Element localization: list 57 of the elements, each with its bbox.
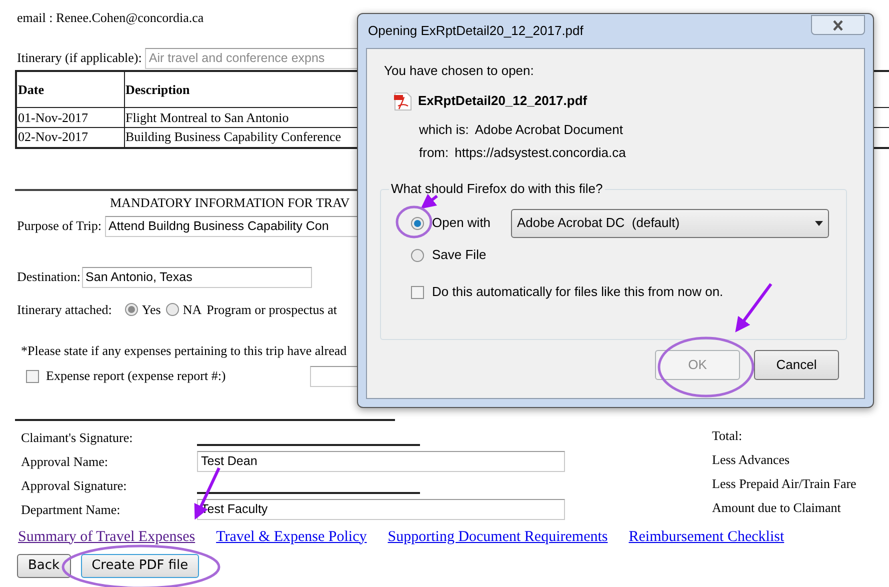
detail-value: Adobe Acrobat Document bbox=[474, 122, 624, 138]
caret-icon bbox=[815, 220, 823, 226]
close-button[interactable] bbox=[811, 15, 865, 35]
signature-label: Department Name: bbox=[21, 501, 122, 519]
checkbox[interactable] bbox=[411, 286, 424, 298]
expenses-note: *Please state if any expenses pertaining to this trip have alread bbox=[21, 343, 347, 358]
link[interactable]: Reimbursement Checklist bbox=[628, 526, 784, 548]
column-header: Date bbox=[18, 82, 44, 96]
prospectus-label: Program or prospectus at bbox=[206, 300, 337, 319]
table-cell: 02-Nov-2017 bbox=[18, 129, 88, 144]
form-button[interactable]: Create PDF file bbox=[80, 554, 200, 578]
link[interactable]: Supporting Document Requirements bbox=[388, 526, 608, 548]
table-cell: Flight Montreal to San Antonio bbox=[126, 110, 289, 124]
radio-button[interactable] bbox=[124, 302, 138, 316]
radio-button[interactable] bbox=[411, 248, 424, 262]
signature-label: Approval Name: bbox=[21, 453, 110, 471]
signature-label: Approval Signature: bbox=[21, 477, 128, 495]
itinerary-label: Itinerary (if applicable): bbox=[17, 49, 142, 68]
application-dropdown[interactable]: Adobe Acrobat DC (default) bbox=[511, 208, 829, 238]
detail-label: from: bbox=[419, 145, 449, 161]
section-heading: MANDATORY INFORMATION FOR TRAV bbox=[110, 194, 350, 210]
radio-label: NA bbox=[182, 300, 202, 318]
radio-label: Yes bbox=[142, 300, 161, 318]
remember-label: Do this automatically for files like this from now on. bbox=[432, 284, 724, 300]
pdf-file-icon bbox=[394, 92, 412, 110]
text-field[interactable]: San Antonio, Texas bbox=[82, 266, 312, 288]
totals-label: Total: bbox=[712, 426, 744, 444]
annotation-circle bbox=[396, 206, 432, 238]
dialog-title: Opening ExRptDetail20_12_2017.pdf bbox=[368, 23, 584, 39]
checkbox[interactable] bbox=[26, 370, 39, 382]
link[interactable]: Summary of Travel Expenses bbox=[18, 526, 196, 548]
expense-report-label: Expense report (expense report #:) bbox=[46, 367, 227, 386]
option-label: Save File bbox=[432, 247, 488, 263]
link[interactable]: Travel & Expense Policy bbox=[216, 526, 367, 548]
detail-label: which is: bbox=[419, 122, 469, 138]
option-label: Open with bbox=[432, 215, 492, 231]
file-name: ExRptDetail20_12_2017.pdf bbox=[418, 93, 588, 109]
itinerary-attached-label: Itinerary attached: bbox=[17, 300, 112, 319]
destination-label: Destination: bbox=[17, 268, 81, 286]
annotation-arrow bbox=[420, 194, 438, 209]
text-field[interactable]: Test Dean bbox=[197, 450, 565, 472]
table-cell: 01-Nov-2017 bbox=[18, 110, 88, 124]
email-text: email : Renee.Cohen@concordia.ca bbox=[17, 9, 204, 27]
close-icon bbox=[832, 20, 844, 30]
totals-label: Less Prepaid Air/Train Fare bbox=[712, 474, 856, 493]
signature-label: Claimant's Signature: bbox=[21, 429, 134, 447]
dialog-button[interactable]: Cancel bbox=[754, 350, 839, 380]
purpose-label: Purpose of Trip: bbox=[17, 217, 102, 236]
column-header: Description bbox=[126, 82, 190, 96]
totals-label: Amount due to Claimant bbox=[712, 498, 842, 516]
table-cell: Building Business Capability Conference bbox=[126, 129, 342, 144]
detail-value: https://adsystest.concordia.ca bbox=[454, 145, 626, 161]
form-button[interactable]: Back bbox=[17, 554, 71, 578]
radio-button[interactable] bbox=[166, 302, 179, 316]
radio-button[interactable] bbox=[411, 216, 424, 230]
annotation-arrow bbox=[735, 283, 772, 332]
totals-label: Less Advances bbox=[712, 450, 791, 468]
